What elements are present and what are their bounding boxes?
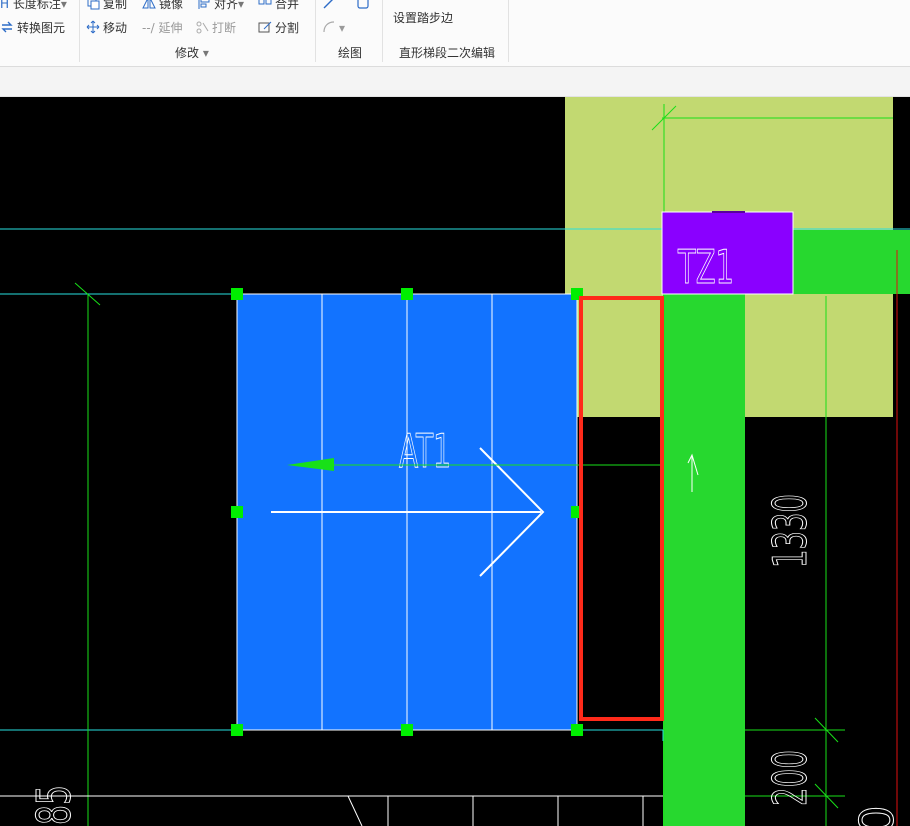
move-icon <box>86 20 100 34</box>
dimension-icon: H <box>0 0 10 11</box>
break-icon <box>196 21 209 34</box>
beam-vertical[interactable] <box>663 294 745 826</box>
line-icon <box>323 0 333 9</box>
rectangle-icon <box>357 0 369 9</box>
draw-rectangle-button[interactable] <box>356 0 373 12</box>
chevron-down-icon: ▾ <box>60 0 67 11</box>
drawing-canvas[interactable]: AT1 TZ1 1330 200 85 0 <box>0 97 910 826</box>
align-icon <box>198 0 210 9</box>
ribbon-toolbar: H 长度标注▾ 转换图元 复制 镜像 对齐▾ 合并 移动 --/ 延伸 打断 分… <box>0 0 910 67</box>
straight-stair-edit-group-label: 直形梯段二次编辑 <box>399 46 496 60</box>
group-separator <box>315 0 316 62</box>
length-dimension-button[interactable]: H 长度标注▾ <box>0 0 67 12</box>
mirror-icon <box>142 0 156 9</box>
draw-arc-button[interactable]: ▾ <box>322 20 345 36</box>
mirror-button[interactable]: 镜像 <box>142 0 183 12</box>
extend-icon: --/ <box>142 21 155 35</box>
merge-icon <box>258 0 272 5</box>
grip-handle[interactable] <box>231 724 243 736</box>
grip-handle[interactable] <box>571 724 583 736</box>
extend-button[interactable]: --/ 延伸 <box>142 20 183 36</box>
dimension-text-85: 85 <box>27 785 81 825</box>
cad-drawing: AT1 TZ1 1330 200 85 0 <box>0 97 910 826</box>
copy-icon <box>87 0 100 10</box>
dimension-text-0: 0 <box>850 805 904 826</box>
arc-icon <box>323 21 335 33</box>
grip-handle[interactable] <box>231 506 243 518</box>
split-icon <box>258 21 272 33</box>
beam-horizontal[interactable] <box>793 230 910 294</box>
grip-handle[interactable] <box>401 288 413 300</box>
stair-base-lines <box>0 795 663 826</box>
chevron-down-icon: ▾ <box>339 21 346 35</box>
stair-label: AT1 <box>399 424 451 478</box>
set-tread-edge-button[interactable]: 设置踏步边 <box>393 10 453 26</box>
split-button[interactable]: 分割 <box>258 20 299 36</box>
convert-icon <box>1 21 13 33</box>
group-separator <box>79 0 80 62</box>
chevron-down-icon: ▾ <box>202 46 209 60</box>
group-separator <box>508 0 509 62</box>
tab-strip <box>0 67 910 97</box>
merge-button[interactable]: 合并 <box>258 0 299 12</box>
grip-handle[interactable] <box>231 288 243 300</box>
column-label: TZ1 <box>677 240 734 294</box>
convert-element-button[interactable]: 转换图元 <box>0 20 65 36</box>
modify-group-label[interactable]: 修改 ▾ <box>175 44 209 61</box>
dimension-text-1330: 1330 <box>763 494 817 568</box>
group-separator <box>382 0 383 62</box>
draw-line-button[interactable] <box>322 0 339 12</box>
align-button[interactable]: 对齐▾ <box>197 0 244 12</box>
break-button[interactable]: 打断 <box>195 20 236 36</box>
grip-handle[interactable] <box>401 724 413 736</box>
chevron-down-icon: ▾ <box>238 0 245 11</box>
dimension-text-200: 200 <box>763 750 817 806</box>
copy-button[interactable]: 复制 <box>86 0 127 12</box>
draw-group-label: 绘图 <box>338 46 363 60</box>
move-button[interactable]: 移动 <box>86 20 127 36</box>
